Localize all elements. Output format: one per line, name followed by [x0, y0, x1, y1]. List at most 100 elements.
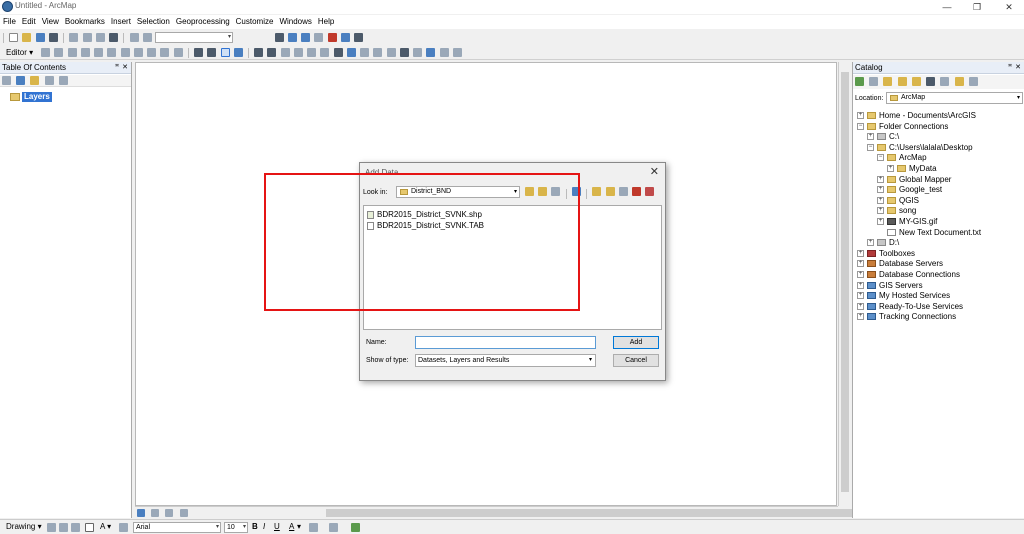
expand-icon[interactable]: + — [867, 133, 874, 141]
font-color-button[interactable]: A — [289, 522, 294, 531]
full-extent-icon[interactable] — [233, 48, 243, 57]
trace-icon[interactable] — [80, 48, 90, 57]
expand-icon[interactable]: + — [857, 249, 864, 257]
pan-icon[interactable] — [220, 48, 230, 57]
copy-icon[interactable] — [82, 33, 92, 42]
menu-customize[interactable]: Customize — [233, 15, 277, 29]
menu-windows[interactable]: Windows — [276, 15, 314, 29]
home-icon[interactable] — [897, 77, 907, 86]
new-folder-icon[interactable] — [954, 77, 964, 86]
rectangle-icon[interactable] — [85, 523, 94, 532]
editor-menu[interactable]: Editor ▾ — [6, 48, 33, 57]
fixed-zoom-in-icon[interactable] — [254, 48, 264, 57]
new-document-icon[interactable] — [9, 33, 19, 42]
undo-icon[interactable] — [129, 33, 139, 42]
print-icon[interactable] — [48, 33, 58, 42]
zoom-out-icon[interactable] — [207, 48, 217, 57]
underline-button[interactable]: U — [274, 522, 280, 531]
delete-icon[interactable] — [109, 33, 119, 42]
expand-icon[interactable]: + — [877, 175, 884, 183]
redo-icon[interactable] — [142, 33, 152, 42]
menu-geoprocessing[interactable]: Geoprocessing — [173, 15, 233, 29]
location-combo[interactable]: ArcMap ▾ — [886, 92, 1023, 104]
collapse-icon[interactable]: − — [877, 154, 884, 162]
collapse-icon[interactable]: − — [867, 143, 874, 151]
expand-icon[interactable]: + — [857, 302, 864, 310]
layout-view-icon[interactable] — [151, 509, 160, 517]
close-window-button[interactable]: ✕ — [994, 0, 1024, 14]
scrollbar-thumb[interactable] — [841, 72, 849, 492]
layers-label[interactable]: Layers — [22, 92, 52, 102]
list-by-visibility-icon[interactable] — [30, 76, 40, 85]
show-type-combo[interactable]: Datasets, Layers and Results ▾ — [415, 354, 596, 367]
new-folder-icon[interactable] — [605, 187, 615, 196]
marker-color-icon[interactable] — [351, 523, 360, 532]
identify-icon[interactable] — [346, 48, 356, 57]
menu-file[interactable]: File — [0, 15, 19, 29]
drawing-menu[interactable]: Drawing ▾ — [6, 522, 42, 531]
close-icon[interactable]: ✕ — [1015, 62, 1021, 74]
map-vertical-scrollbar[interactable] — [838, 62, 850, 506]
edit-tool-icon[interactable] — [41, 48, 51, 57]
up-one-level-icon[interactable] — [883, 77, 893, 86]
rotate-icon[interactable] — [147, 48, 157, 57]
select-elements-icon[interactable] — [333, 48, 343, 57]
views-icon[interactable] — [940, 77, 950, 86]
list-by-selection-icon[interactable] — [44, 76, 54, 85]
name-input[interactable] — [415, 336, 596, 349]
expand-icon[interactable]: + — [877, 218, 884, 225]
font-name-combo[interactable]: Arial ▾ — [133, 522, 221, 533]
attributes-icon[interactable] — [160, 48, 170, 57]
expand-icon[interactable]: + — [857, 260, 864, 268]
save-icon[interactable] — [35, 33, 45, 42]
pin-icon[interactable]: ꟸ — [115, 62, 119, 74]
sketch-properties-icon[interactable] — [173, 48, 183, 57]
arcgis-online-icon[interactable] — [645, 187, 655, 196]
cancel-button[interactable]: Cancel — [613, 354, 659, 367]
menu-edit[interactable]: Edit — [19, 15, 39, 29]
split-icon[interactable] — [133, 48, 143, 57]
open-icon[interactable] — [22, 33, 32, 42]
map-scale-combo[interactable]: ▾ — [155, 32, 233, 43]
dialog-close-button[interactable]: ✕ — [650, 165, 659, 178]
connect-folder-icon[interactable] — [592, 187, 602, 196]
cut-polygons-icon[interactable] — [120, 48, 130, 57]
expand-icon[interactable]: + — [857, 292, 864, 300]
expand-icon[interactable]: + — [877, 186, 884, 194]
zoom-in-icon[interactable] — [194, 48, 204, 57]
options-icon[interactable] — [58, 76, 68, 85]
edit-annotation-icon[interactable] — [54, 48, 64, 57]
bold-button[interactable]: B — [252, 522, 258, 531]
expand-icon[interactable]: + — [887, 165, 894, 172]
fill-color-icon[interactable] — [309, 523, 318, 532]
expand-icon[interactable]: + — [877, 196, 884, 204]
minimize-button[interactable]: — — [932, 0, 962, 14]
cut-icon[interactable] — [69, 33, 79, 42]
menu-selection[interactable]: Selection — [134, 15, 173, 29]
connect-folder-icon[interactable] — [911, 77, 921, 86]
measure-icon[interactable] — [386, 48, 396, 57]
expand-icon[interactable]: + — [857, 271, 864, 278]
catalog-window-icon[interactable] — [301, 33, 311, 42]
zoom-to-selected-icon[interactable] — [71, 523, 80, 532]
line-color-icon[interactable] — [329, 523, 338, 532]
go-to-xy-icon[interactable] — [426, 48, 436, 57]
expand-icon[interactable]: + — [857, 281, 864, 289]
data-view-icon[interactable] — [137, 509, 145, 517]
expand-icon[interactable]: + — [867, 239, 874, 247]
toggle-contents-icon[interactable] — [926, 77, 936, 86]
list-by-drawing-order-icon[interactable] — [2, 76, 11, 85]
select-elements-icon[interactable] — [47, 523, 56, 532]
pin-icon[interactable]: ꟸ — [1008, 62, 1012, 74]
edit-vertices-icon[interactable] — [94, 48, 104, 57]
modelbuilder-icon[interactable] — [354, 33, 364, 42]
go-back-icon[interactable] — [280, 48, 290, 57]
add-button[interactable]: Add — [613, 336, 659, 349]
pause-drawing-icon[interactable] — [179, 509, 188, 517]
html-popup-icon[interactable] — [373, 48, 383, 57]
collapse-icon[interactable]: − — [857, 122, 864, 130]
fixed-zoom-out-icon[interactable] — [267, 48, 277, 57]
italic-button[interactable]: I — [263, 522, 265, 531]
arctoolbox-icon[interactable] — [327, 33, 337, 42]
menu-view[interactable]: View — [39, 15, 62, 29]
